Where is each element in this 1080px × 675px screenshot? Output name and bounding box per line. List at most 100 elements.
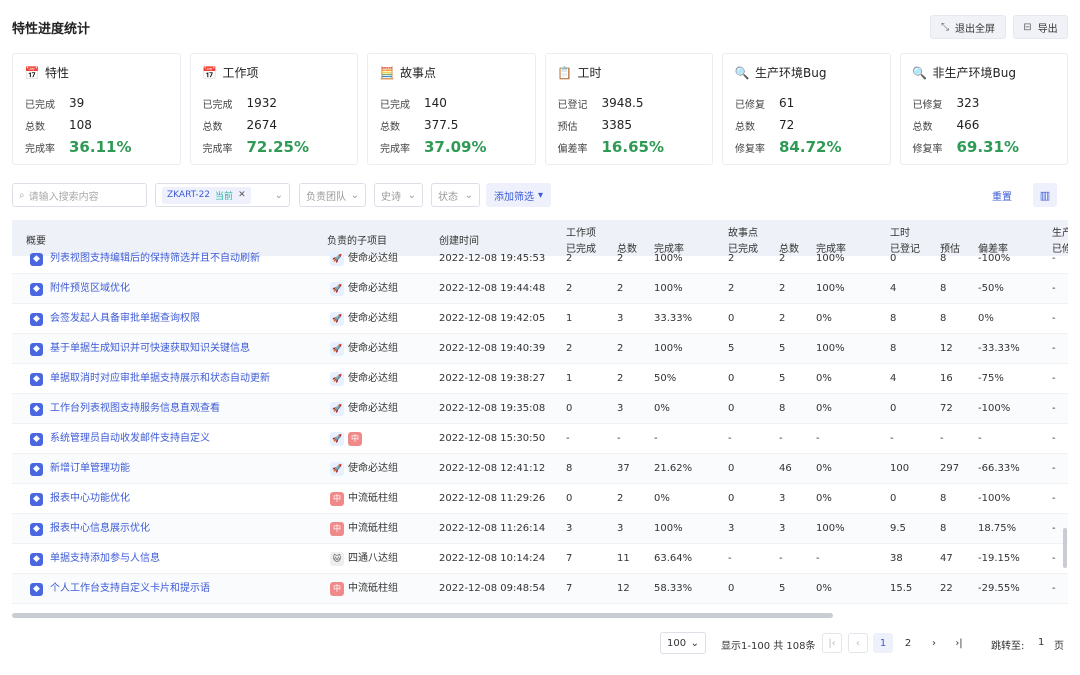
page-size-select[interactable]: 100 ⌄ <box>660 632 706 654</box>
cell-h-dev: 0% <box>978 313 994 324</box>
page-1-button[interactable]: 1 <box>873 633 893 653</box>
feature-summary-link[interactable]: 单据取消时对应审批单据支持展示和状态自动更新 <box>50 364 270 394</box>
search-input[interactable]: ⌕ 请输入搜索内容 <box>12 183 147 207</box>
summary-cell[interactable]: ◆ 列表视图支持编辑后的保持筛选并且不自动刷新 <box>30 244 260 274</box>
summary-cell[interactable]: ◆ 附件预览区域优化 <box>30 274 130 304</box>
cell-w-rate: 0% <box>654 403 670 414</box>
feature-icon: ◆ <box>30 252 43 266</box>
cell-h-est: 47 <box>940 553 953 564</box>
team-badge: 中 <box>348 432 362 446</box>
table-row[interactable]: ◆ 附件预览区域优化 🚀 使命必达组 2022-12-08 19:44:48 2 2 100%… <box>12 274 1068 304</box>
feature-summary-link[interactable]: 单据支持添加参与人信息 <box>50 544 160 574</box>
stat-label: 已完成 <box>25 99 55 111</box>
reset-button[interactable]: 重置 <box>992 188 1012 203</box>
export-button[interactable]: ⊟ 导出 <box>1013 15 1068 39</box>
cell-created: 2022-12-08 12:41:12 <box>439 463 546 474</box>
feature-summary-link[interactable]: 报表中心信息展示优化 <box>50 514 150 544</box>
feature-summary-link[interactable]: 新增订单管理功能 <box>50 454 130 484</box>
cell-h-dev: -66.33% <box>978 463 1020 474</box>
rate-value: 72.25% <box>246 138 309 156</box>
chevron-down-icon: ⌄ <box>274 189 283 201</box>
team-cell: 🚀 使命必达组 <box>330 394 398 424</box>
table-row[interactable]: ◆ 系统管理员自动收发邮件支持自定义 🚀 中 2022-12-08 15:30:50- -… <box>12 424 1068 454</box>
summary-cell[interactable]: ◆ 新增订单管理功能 <box>30 454 130 484</box>
table-row[interactable]: ◆ 个人工作台支持自定义卡片和提示语 中中流砥柱组 2022-12-08 09:48:… <box>12 574 1068 604</box>
summary-cell[interactable]: ◆ 报表中心功能优化 <box>30 484 130 514</box>
rate-value: 84.72% <box>779 138 842 156</box>
stat-card-story-points: 🧮 故事点 已完成 140 总数 377.5 完成率 37.09% <box>367 53 536 165</box>
feature-summary-link[interactable]: 附件预览区域优化 <box>50 274 130 304</box>
cell-s-total: 8 <box>779 403 786 414</box>
summary-cell[interactable]: ◆ 报表中心信息展示优化 <box>30 514 150 544</box>
table-row[interactable]: ◆ 单据支持添加参与人信息 🐱 四通八达组 2022-12-08 10:14:24 7 11… <box>12 544 1068 574</box>
feature-summary-link[interactable]: 报表中心功能优化 <box>50 484 130 514</box>
jump-input[interactable]: 1 <box>1038 637 1044 648</box>
cell-s-total: 5 <box>779 583 786 594</box>
table-row[interactable]: ◆ 基于单据生成知识并可快速获取知识关键信息 🚀 使命必达组 2022-12-08 19… <box>12 334 1068 364</box>
page-2-button[interactable]: 2 <box>898 633 918 653</box>
table-row[interactable]: ◆ 报表中心功能优化 中中流砥柱组 2022-12-08 11:29:26 0 2 0% 0 3… <box>12 484 1068 514</box>
feature-summary-link[interactable]: 系统管理员自动收发邮件支持自定义 <box>50 424 210 454</box>
feature-summary-link[interactable]: 会签发起人具备审批单据查询权限 <box>50 304 200 334</box>
header-story-points: 故事点 <box>728 228 758 239</box>
header-work-items: 工作项 <box>566 228 596 239</box>
summary-cell[interactable]: ◆ 系统管理员自动收发邮件支持自定义 <box>30 424 210 454</box>
rate-label: 完成率 <box>202 143 233 155</box>
table-row[interactable]: ◆ 工作台列表视图支持服务信息直观查看 🚀 使命必达组 2022-12-08 19:35… <box>12 394 1068 424</box>
cell-s-done: 2 <box>728 253 735 264</box>
exit-fullscreen-button[interactable]: ⤡ 退出全屏 <box>930 15 1006 39</box>
feature-summary-link[interactable]: 工作台列表视图支持服务信息直观查看 <box>50 394 220 424</box>
cell-w-total: - <box>617 433 621 444</box>
table-row[interactable]: ◆ 新增订单管理功能 🚀 使命必达组 2022-12-08 12:41:12 8 37 21.… <box>12 454 1068 484</box>
last-page-icon[interactable]: ›| <box>949 633 969 653</box>
table-row[interactable]: ◆ 单据取消时对应审批单据支持展示和状态自动更新 🚀 使命必达组 2022-12-08 … <box>12 364 1068 394</box>
table-row[interactable]: ◆ 列表视图支持编辑后的保持筛选并且不自动刷新 🚀 使命必达组 2022-12-08 1… <box>12 244 1068 274</box>
feature-summary-link[interactable]: 列表视图支持编辑后的保持筛选并且不自动刷新 <box>50 244 260 274</box>
cell-created: 2022-12-08 19:38:27 <box>439 373 546 384</box>
team-cell: 🚀 中 <box>330 424 366 454</box>
horizontal-scrollbar[interactable] <box>12 613 833 618</box>
columns-icon[interactable]: ▥ <box>1033 183 1057 207</box>
cell-s-total: 46 <box>779 463 792 474</box>
export-label: 导出 <box>1037 23 1058 35</box>
table-row[interactable]: ◆ 会签发起人具备审批单据查询权限 🚀 使命必达组 2022-12-08 19:42:0… <box>12 304 1068 334</box>
stat-label: 总数 <box>912 121 933 133</box>
stat-cards: 📅 特性 已完成 39 总数 108 完成率 36.11% 📅 工作项 已完成 1932 总… <box>12 53 1068 165</box>
summary-cell[interactable]: ◆ 个人工作台支持自定义卡片和提示语 <box>30 574 210 604</box>
cell-s-rate: 0% <box>816 583 832 594</box>
stat-value: 377.5 <box>424 118 459 132</box>
add-filter-button[interactable]: 添加筛选 ▾ <box>486 183 552 207</box>
team-filter[interactable]: 负责团队 ⌄ <box>299 183 366 207</box>
cell-h-dev: -50% <box>978 283 1004 294</box>
bug-search-icon: 🔍 <box>734 65 750 80</box>
close-icon[interactable]: ✕ <box>238 190 246 200</box>
vertical-scrollbar[interactable] <box>1063 528 1067 568</box>
status-filter[interactable]: 状态 ⌄ <box>431 183 480 207</box>
epic-filter[interactable]: 史诗 ⌄ <box>374 183 423 207</box>
prev-page-icon[interactable]: ‹ <box>848 633 868 653</box>
stat-label: 已登记 <box>557 99 588 111</box>
feature-summary-link[interactable]: 基于单据生成知识并可快速获取知识关键信息 <box>50 334 250 364</box>
card-title: 故事点 <box>400 66 437 80</box>
summary-cell[interactable]: ◆ 单据取消时对应审批单据支持展示和状态自动更新 <box>30 364 270 394</box>
next-page-icon[interactable]: › <box>924 633 944 653</box>
cell-s-rate: - <box>816 553 820 564</box>
team-name: 使命必达组 <box>348 283 398 294</box>
version-select[interactable]: ZKART-22 当前 ✕ ⌄ <box>155 183 290 207</box>
feature-summary-link[interactable]: 个人工作台支持自定义卡片和提示语 <box>50 574 210 604</box>
chevron-down-icon: ⌄ <box>464 189 473 201</box>
cell-w-rate: 0% <box>654 493 670 504</box>
cell-extra: - <box>1052 523 1056 534</box>
summary-cell[interactable]: ◆ 基于单据生成知识并可快速获取知识关键信息 <box>30 334 250 364</box>
caret-down-icon: ▾ <box>538 189 544 201</box>
summary-cell[interactable]: ◆ 会签发起人具备审批单据查询权限 <box>30 304 200 334</box>
table-row[interactable]: ◆ 报表中心信息展示优化 中中流砥柱组 2022-12-08 11:26:14 3 3 10… <box>12 514 1068 544</box>
feature-icon: ◆ <box>30 522 43 536</box>
summary-cell[interactable]: ◆ 单据支持添加参与人信息 <box>30 544 160 574</box>
cell-s-total: - <box>779 433 783 444</box>
summary-cell[interactable]: ◆ 工作台列表视图支持服务信息直观查看 <box>30 394 220 424</box>
feature-icon: ◆ <box>30 432 43 446</box>
team-avatar-icon: 中 <box>330 522 344 536</box>
first-page-icon[interactable]: |‹ <box>822 633 842 653</box>
cell-s-done: 0 <box>728 373 735 384</box>
